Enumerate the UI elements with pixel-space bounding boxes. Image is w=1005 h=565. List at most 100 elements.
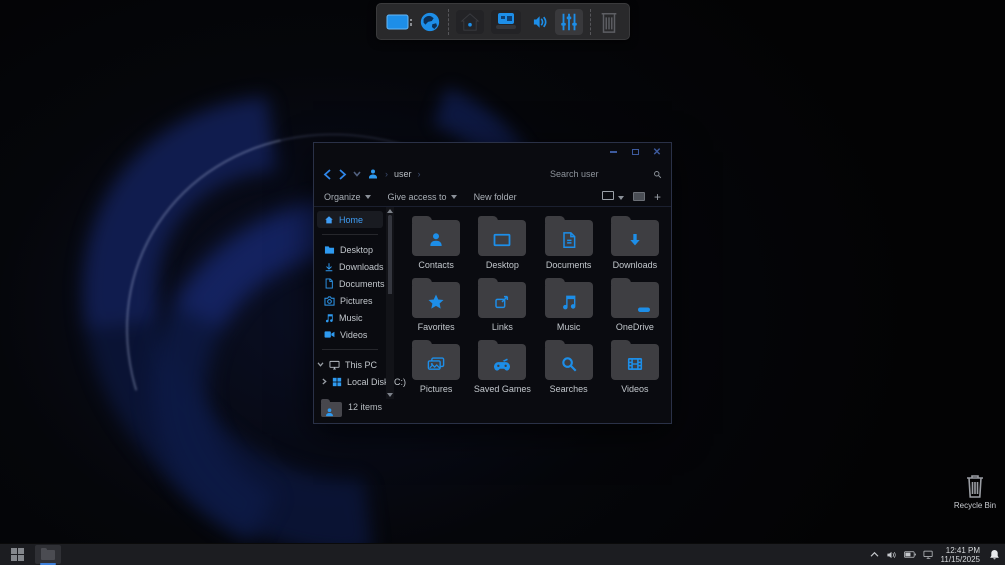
folder-item-onedrive[interactable]: OneDrive <box>605 275 665 336</box>
sidebar-scrollbar[interactable] <box>386 207 394 399</box>
top-dock <box>376 3 630 40</box>
windows-logo-icon <box>11 548 24 561</box>
sidebar-item-pictures[interactable]: Pictures <box>314 292 386 309</box>
history-dropdown-icon[interactable] <box>353 171 361 177</box>
breadcrumb[interactable]: user <box>394 169 412 179</box>
preview-pane-icon[interactable] <box>633 192 645 201</box>
dock-separator <box>448 9 449 35</box>
media-device-icon[interactable] <box>491 10 521 34</box>
folder-item-searches[interactable]: Searches <box>539 337 599 398</box>
forward-button[interactable] <box>338 169 347 180</box>
volume-icon[interactable] <box>886 550 897 560</box>
folder-icon <box>412 282 460 318</box>
person-icon <box>324 407 335 418</box>
folder-item-videos[interactable]: Videos <box>605 337 665 398</box>
folder-label: Searches <box>550 384 588 394</box>
taskbar-clock[interactable]: 12:41 PM 11/15/2025 <box>941 546 980 564</box>
folder-item-downloads[interactable]: Downloads <box>605 213 665 274</box>
folder-grid: Contacts Desktop Documents <box>394 207 671 399</box>
equalizer-icon[interactable] <box>555 9 583 35</box>
document-icon <box>561 231 576 248</box>
recycle-bin-label: Recycle Bin <box>954 501 996 510</box>
folder-item-music[interactable]: Music <box>539 275 599 336</box>
close-button[interactable]: ✕ <box>652 148 662 157</box>
folder-label: Videos <box>621 384 648 394</box>
volume-wave-icon[interactable] <box>528 13 548 31</box>
globe-icon[interactable] <box>419 11 441 33</box>
folder-item-favorites[interactable]: Favorites <box>406 275 466 336</box>
start-button[interactable] <box>5 546 29 564</box>
pictures-icon <box>427 356 445 371</box>
folder-label: Desktop <box>486 260 519 270</box>
sidebar-item-documents[interactable]: Documents <box>314 275 386 292</box>
recycle-bin[interactable]: Recycle Bin <box>947 473 1003 510</box>
trash-icon <box>963 473 987 499</box>
trash-icon[interactable] <box>598 10 620 34</box>
home-icon <box>324 215 334 225</box>
folder-icon <box>41 550 55 560</box>
new-folder-button[interactable]: New folder <box>474 192 517 202</box>
hidden-icons-chevron-icon[interactable] <box>870 551 879 558</box>
gamepad-icon <box>493 356 512 372</box>
folder-icon <box>478 220 526 256</box>
maximize-button[interactable] <box>630 148 640 157</box>
chevron-down-icon[interactable] <box>316 362 324 367</box>
network-icon[interactable] <box>923 550 934 560</box>
sidebar-divider <box>322 234 378 235</box>
sidebar-divider <box>322 349 378 350</box>
folder-icon <box>545 282 593 318</box>
clock-time: 12:41 PM <box>941 546 980 555</box>
folder-item-contacts[interactable]: Contacts <box>406 213 466 274</box>
navigation-pane: Home Desktop Downloads <box>314 207 386 399</box>
taskbar: 12:41 PM 11/15/2025 <box>0 543 1005 565</box>
minimize-button[interactable] <box>608 148 618 157</box>
folder-label: Documents <box>546 260 592 270</box>
display-icon[interactable] <box>386 12 412 32</box>
folder-label: Downloads <box>613 260 658 270</box>
organize-menu[interactable]: Organize <box>324 192 371 202</box>
folder-item-desktop[interactable]: Desktop <box>472 213 532 274</box>
star-icon <box>427 293 445 311</box>
user-profile-icon[interactable] <box>367 168 379 180</box>
folder-item-pictures[interactable]: Pictures <box>406 337 466 398</box>
breadcrumb-chevron-icon: › <box>418 169 421 179</box>
folder-icon <box>545 220 593 256</box>
down-arrow-icon <box>627 232 643 248</box>
sidebar-item-local-disk[interactable]: Local Disk (C:) <box>314 373 386 390</box>
expand-ribbon-icon[interactable]: + <box>654 191 661 203</box>
item-count: 12 items <box>348 402 382 412</box>
notification-bell-icon[interactable] <box>989 549 1000 561</box>
battery-icon[interactable] <box>904 550 916 559</box>
folder-item-documents[interactable]: Documents <box>539 213 599 274</box>
user-folder-icon[interactable] <box>321 399 343 419</box>
folder-item-links[interactable]: Links <box>472 275 532 336</box>
home-icon[interactable] <box>456 10 484 34</box>
sidebar-item-desktop[interactable]: Desktop <box>314 241 386 258</box>
title-bar[interactable]: ✕ <box>314 143 671 161</box>
change-view-button[interactable] <box>602 191 624 202</box>
folder-icon <box>324 245 335 255</box>
sidebar-item-this-pc[interactable]: This PC <box>314 356 386 373</box>
navigation-bar: › user › Search user <box>314 161 671 187</box>
chevron-right-icon[interactable] <box>322 378 327 385</box>
scroll-down-icon[interactable] <box>387 393 393 397</box>
sidebar-item-music[interactable]: Music <box>314 309 386 326</box>
scroll-up-icon[interactable] <box>387 209 393 213</box>
back-button[interactable] <box>323 169 332 180</box>
search-input[interactable]: Search user <box>550 169 662 179</box>
person-icon <box>427 231 445 249</box>
folder-icon <box>412 220 460 256</box>
sidebar-item-downloads[interactable]: Downloads <box>314 258 386 275</box>
windows-drive-icon <box>332 377 342 387</box>
dock-separator <box>590 9 591 35</box>
folder-label: Favorites <box>418 322 455 332</box>
folder-icon <box>611 220 659 256</box>
give-access-menu[interactable]: Give access to <box>388 192 457 202</box>
folder-item-saved-games[interactable]: Saved Games <box>472 337 532 398</box>
scrollbar-thumb[interactable] <box>388 215 392 391</box>
sidebar-item-videos[interactable]: Videos <box>314 326 386 343</box>
file-explorer-taskbar-button[interactable] <box>35 545 61 564</box>
video-icon <box>324 330 335 339</box>
chevron-down-icon <box>618 196 624 200</box>
sidebar-item-home[interactable]: Home <box>317 211 383 228</box>
